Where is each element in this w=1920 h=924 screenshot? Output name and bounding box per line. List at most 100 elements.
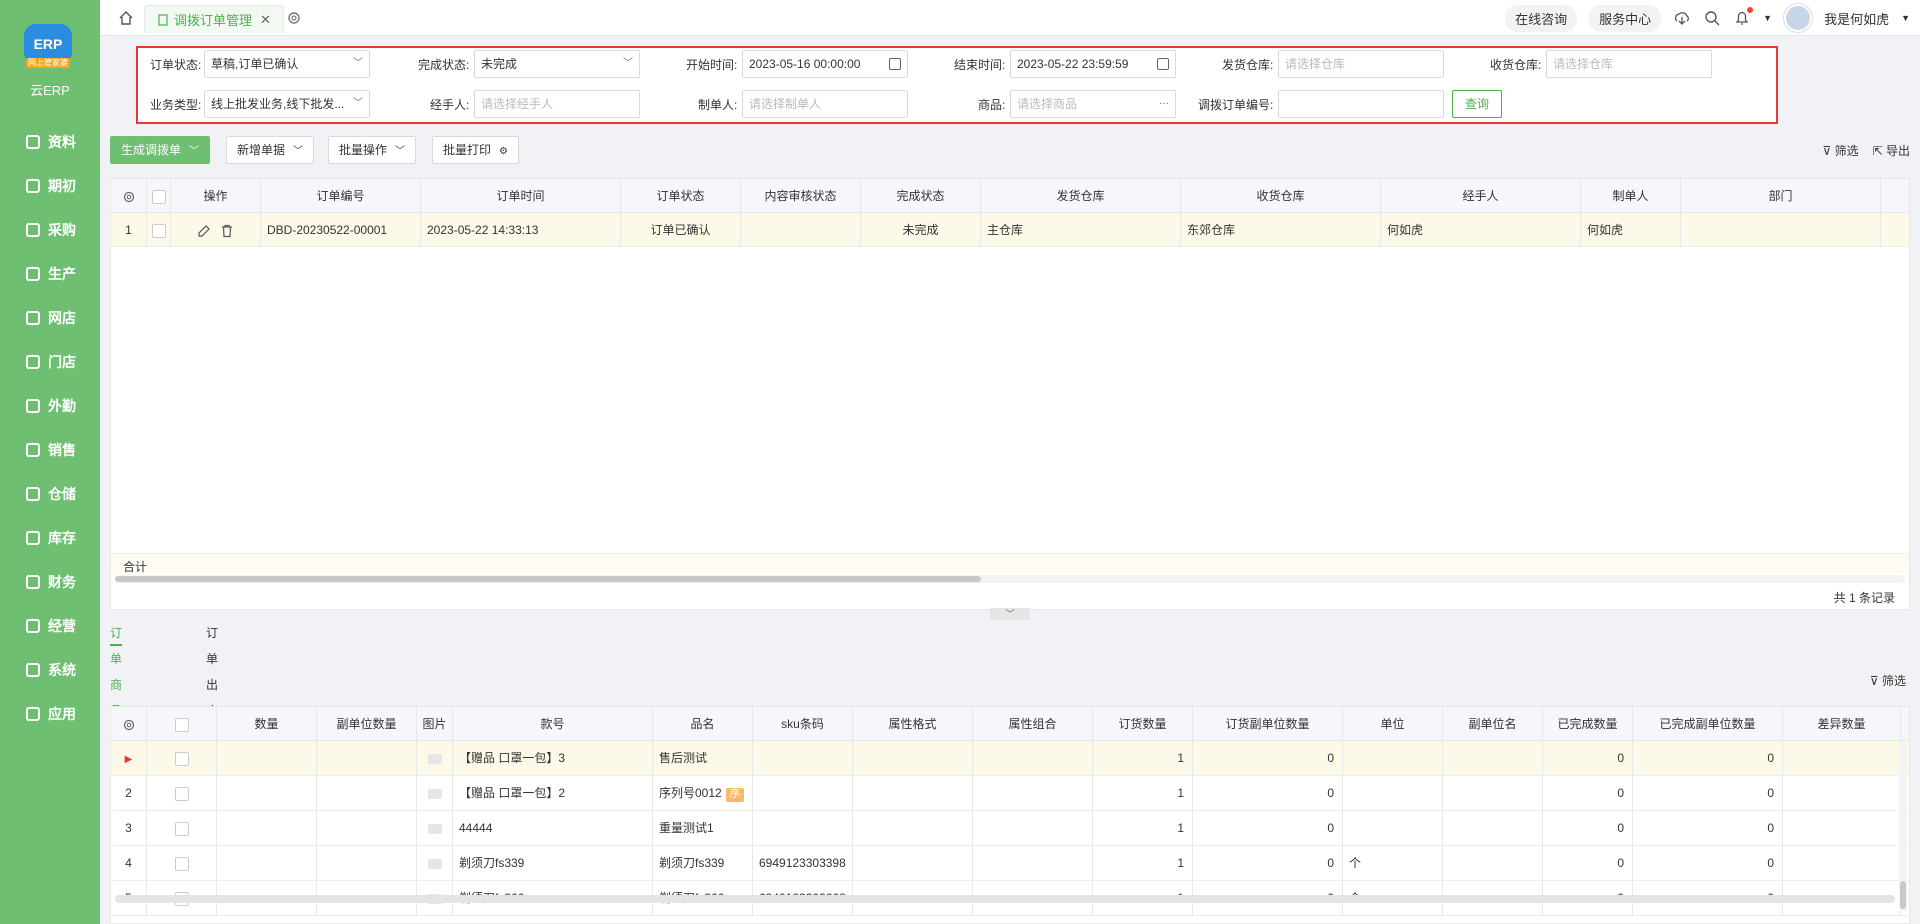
start-time-input[interactable]: 2023-05-16 00:00:00 (742, 50, 908, 78)
search-icon[interactable] (1703, 9, 1721, 27)
cell-order-no[interactable]: DBD-20230522-00001 (261, 213, 421, 247)
col-audit-status[interactable]: 内容审核状态 (741, 179, 861, 213)
col-diff-qty[interactable]: 差异数量 (1783, 707, 1901, 741)
gear-icon[interactable] (286, 10, 302, 26)
row-checkbox[interactable] (147, 811, 217, 846)
col-attr-combo[interactable]: 属性组合 (973, 707, 1093, 741)
vertical-scrollbar[interactable] (1899, 741, 1907, 911)
avatar[interactable] (1784, 4, 1813, 32)
horizontal-scrollbar[interactable] (115, 575, 1905, 583)
chevron-down-icon[interactable]: ▼ (1763, 13, 1772, 23)
row-checkbox[interactable] (147, 776, 217, 811)
row-checkbox[interactable] (147, 213, 171, 247)
sidebar-item-2[interactable]: 采购 (0, 208, 100, 252)
detail-table: 数量 副单位数量 图片 款号 品名 sku条码 属性格式 属性组合 订货数量 订… (110, 706, 1910, 924)
sidebar-item-0[interactable]: 资料 (0, 120, 100, 164)
col-department[interactable]: 部门 (1681, 179, 1881, 213)
sidebar-item-6[interactable]: 外勤 (0, 384, 100, 428)
table-row[interactable]: 4 剃须刀fs339 剃须刀fs339 6949123303398 1 0 个 0 0 (111, 846, 1909, 881)
row-checkbox[interactable] (147, 846, 217, 881)
sidebar-item-label: 库存 (48, 530, 76, 546)
user-name[interactable]: 我是何如虎 (1824, 9, 1889, 28)
new-document-button[interactable]: 新增单据 ﹀ (226, 136, 315, 164)
sidebar-item-8[interactable]: 仓储 (0, 472, 100, 516)
cloud-download-icon[interactable] (1673, 9, 1691, 27)
ship-warehouse-select[interactable]: 请选择仓库 (1278, 50, 1444, 78)
sidebar-item-9[interactable]: 库存 (0, 516, 100, 560)
sidebar-item-13[interactable]: 应用 (0, 692, 100, 736)
row-checkbox[interactable] (147, 741, 217, 776)
order-no-input[interactable] (1278, 90, 1444, 118)
detail-filter-button[interactable]: ⊽ 筛选 (1870, 672, 1906, 689)
end-time-input[interactable]: 2023-05-22 23:59:59 (1010, 50, 1176, 78)
col-sub-unit[interactable]: 副单位名 (1443, 707, 1543, 741)
sidebar-item-7[interactable]: 销售 (0, 428, 100, 472)
query-button[interactable]: 查询 (1452, 90, 1503, 118)
col-operation[interactable]: 操作 (171, 179, 261, 213)
sidebar-item-3[interactable]: 生产 (0, 252, 100, 296)
tab-outbound-status[interactable]: 订单出库情况 (206, 620, 218, 770)
bell-icon[interactable] (1733, 7, 1754, 27)
recv-warehouse-select[interactable]: 请选择仓库 (1546, 50, 1712, 78)
complete-status-select[interactable]: 未完成 ﹀ (474, 50, 640, 78)
online-consult-button[interactable]: 在线咨询 (1505, 4, 1578, 32)
col-complete-status[interactable]: 完成状态 (861, 179, 981, 213)
service-center-button[interactable]: 服务中心 (1589, 4, 1662, 32)
scrollbar-thumb[interactable] (1900, 881, 1906, 909)
col-qty[interactable]: 数量 (217, 707, 317, 741)
scrollbar-thumb[interactable] (115, 576, 981, 582)
col-product-name[interactable]: 品名 (653, 707, 753, 741)
sidebar-item-11[interactable]: 经营 (0, 604, 100, 648)
creator-select[interactable]: 请选择制单人 (742, 90, 908, 118)
select-all-checkbox[interactable] (147, 179, 171, 213)
batch-ops-button[interactable]: 批量操作 ﹀ (328, 136, 417, 164)
edit-icon[interactable] (197, 224, 211, 238)
col-order-qty[interactable]: 订货数量 (1093, 707, 1193, 741)
biz-type-select[interactable]: 线上批发业务,线下批发... ﹀ (204, 90, 370, 118)
tab-transfer-order-management[interactable]: 调拨订单管理 ✕ (144, 5, 284, 33)
sidebar-item-4[interactable]: 网店 (0, 296, 100, 340)
sidebar-item-12[interactable]: 系统 (0, 648, 100, 692)
chevron-down-icon[interactable]: ▼ (1901, 13, 1910, 23)
table-row[interactable]: 3 44444 重量测试1 1 0 0 0 (111, 811, 1909, 846)
order-status-select[interactable]: 草稿,订单已确认 ﹀ (204, 50, 370, 78)
batch-print-button[interactable]: 批量打印 ⚙ (432, 136, 519, 164)
handler-select[interactable]: 请选择经手人 (474, 90, 640, 118)
col-creator[interactable]: 制单人 (1581, 179, 1681, 213)
col-order-sub-qty[interactable]: 订货副单位数量 (1193, 707, 1343, 741)
sidebar-item-5[interactable]: 门店 (0, 340, 100, 384)
col-ship-warehouse[interactable]: 发货仓库 (981, 179, 1181, 213)
table-row[interactable]: 2 【赠品 口罩一包】2 序列号0012 序 1 0 0 0 (111, 776, 1909, 811)
sidebar-item-10[interactable]: 财务 (0, 560, 100, 604)
horizontal-scrollbar[interactable] (115, 895, 1895, 903)
col-unit[interactable]: 单位 (1343, 707, 1443, 741)
home-icon[interactable] (118, 10, 134, 26)
col-order-status[interactable]: 订单状态 (621, 179, 741, 213)
col-order-no[interactable]: 订单编号 (261, 179, 421, 213)
col-recv-warehouse[interactable]: 收货仓库 (1181, 179, 1381, 213)
column-settings[interactable] (111, 179, 147, 213)
table-row[interactable]: 1 DBD-20230522-00001 2023-05-22 14:33:13… (111, 213, 1909, 247)
col-order-time[interactable]: 订单时间 (421, 179, 621, 213)
col-sub-qty[interactable]: 副单位数量 (317, 707, 417, 741)
col-image[interactable]: 图片 (417, 707, 453, 741)
column-settings[interactable] (111, 707, 147, 741)
select-all-checkbox[interactable] (147, 707, 217, 741)
tab-order-items[interactable]: 订单商品明细 (110, 620, 123, 770)
col-sku[interactable]: sku条码 (753, 707, 853, 741)
collapse-handle[interactable]: ﹀ (990, 608, 1030, 620)
col-done-sub-qty[interactable]: 已完成副单位数量 (1633, 707, 1783, 741)
export-button[interactable]: ⇱ 导出 (1873, 142, 1910, 159)
app-logo[interactable]: ERP 网上管家婆 (24, 24, 74, 74)
sidebar-item-1[interactable]: 期初 (0, 164, 100, 208)
filter-button[interactable]: ⊽ 筛选 (1822, 142, 1858, 159)
col-attr-format[interactable]: 属性格式 (853, 707, 973, 741)
table-row[interactable]: ▶ 【赠品 口罩一包】3 售后测试 1 0 0 0 (111, 741, 1909, 776)
col-style-no[interactable]: 款号 (453, 707, 653, 741)
generate-transfer-button[interactable]: 生成调拨单 ﹀ (110, 136, 211, 164)
trash-icon[interactable] (220, 224, 234, 238)
close-icon[interactable]: ✕ (260, 12, 271, 28)
col-handler[interactable]: 经手人 (1381, 179, 1581, 213)
col-done-qty[interactable]: 已完成数量 (1543, 707, 1633, 741)
product-select[interactable]: 请选择商品 ··· (1010, 90, 1176, 118)
